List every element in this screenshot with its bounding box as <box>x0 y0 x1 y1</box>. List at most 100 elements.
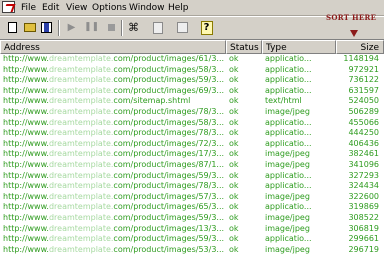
copy-icon[interactable] <box>150 20 165 35</box>
address-path: com/product/images/57/3... <box>113 191 225 201</box>
pause-icon[interactable]: ❚❚ <box>84 20 99 35</box>
row-type: image/jpeg <box>265 191 310 201</box>
row-status: ok <box>229 75 239 85</box>
address-host: dreamtemplate. <box>48 138 114 148</box>
row-status: ok <box>229 170 239 180</box>
menu-edit[interactable]: Edit <box>42 2 59 14</box>
address-prefix: http://www. <box>3 170 49 180</box>
save-disk-icon[interactable] <box>39 20 54 35</box>
list-row[interactable]: http://www.dreamtemplate.com/product/ima… <box>0 234 384 245</box>
list-row[interactable]: http://www.dreamtemplate.com/product/ima… <box>0 118 384 129</box>
address-path: com/product/images/87/1... <box>113 159 225 169</box>
row-address: http://www.dreamtemplate.com/product/ima… <box>3 202 225 213</box>
app-icon[interactable] <box>2 1 15 13</box>
list-row[interactable]: http://www.dreamtemplate.com/product/ima… <box>0 160 384 171</box>
list-row[interactable]: http://www.dreamtemplate.com/product/ima… <box>0 171 384 182</box>
address-host: dreamtemplate. <box>48 223 114 233</box>
column-header-status[interactable]: Status <box>226 40 262 54</box>
row-type: image/jpeg <box>265 106 310 116</box>
address-path: com/product/images/58/3... <box>113 64 225 74</box>
address-path: com/product/images/59/3... <box>113 212 225 222</box>
row-status: ok <box>229 117 239 127</box>
row-address: http://www.dreamtemplate.com/product/ima… <box>3 128 225 139</box>
sort-arrow-icon <box>350 30 358 37</box>
list-row[interactable]: http://www.dreamtemplate.com/product/ima… <box>0 139 384 150</box>
list-row[interactable]: http://www.dreamtemplate.com/product/ima… <box>0 86 384 97</box>
new-document-icon[interactable] <box>5 20 20 35</box>
address-prefix: http://www. <box>3 191 49 201</box>
row-type: applicatio... <box>265 117 312 127</box>
address-prefix: http://www. <box>3 138 49 148</box>
list-row[interactable]: http://www.dreamtemplate.com/sitemap.sht… <box>0 96 384 107</box>
row-status: ok <box>229 54 239 63</box>
column-header-type[interactable]: Type <box>262 40 336 54</box>
file-list: http://www.dreamtemplate.com/product/ima… <box>0 54 384 264</box>
column-header-size[interactable]: Size <box>336 40 384 54</box>
list-row[interactable]: http://www.dreamtemplate.com/product/ima… <box>0 149 384 160</box>
row-type: applicatio... <box>265 234 312 244</box>
row-address: http://www.dreamtemplate.com/product/ima… <box>3 54 225 65</box>
row-size: 324434 <box>348 181 379 191</box>
address-prefix: http://www. <box>3 202 49 212</box>
address-host: dreamtemplate. <box>48 128 114 138</box>
address-path: com/product/images/69/3... <box>113 85 225 95</box>
properties-icon[interactable] <box>175 20 190 35</box>
list-row[interactable]: http://www.dreamtemplate.com/product/ima… <box>0 224 384 235</box>
play-icon[interactable]: ▶ <box>64 20 79 35</box>
open-folder-icon[interactable] <box>22 20 37 35</box>
row-address: http://www.dreamtemplate.com/product/ima… <box>3 107 225 118</box>
row-type: image/jpeg <box>265 244 310 254</box>
row-status: ok <box>229 64 239 74</box>
sort-here-annotation: SORT HERE <box>326 13 377 22</box>
row-size: 382461 <box>348 149 379 159</box>
menu-options[interactable]: Options <box>92 2 127 14</box>
menu-help[interactable]: Help <box>168 2 189 14</box>
address-host: dreamtemplate. <box>48 181 114 191</box>
row-status: ok <box>229 191 239 201</box>
row-status: ok <box>229 85 239 95</box>
list-row[interactable]: http://www.dreamtemplate.com/product/ima… <box>0 54 384 65</box>
menu-window[interactable]: Window <box>129 2 165 14</box>
list-row[interactable]: http://www.dreamtemplate.com/product/ima… <box>0 192 384 203</box>
address-host: dreamtemplate. <box>48 170 114 180</box>
row-size: 296719 <box>348 244 379 254</box>
row-address: http://www.dreamtemplate.com/product/ima… <box>3 213 225 224</box>
row-status: ok <box>229 244 239 254</box>
row-size: 406436 <box>348 138 379 148</box>
list-row[interactable]: http://www.dreamtemplate.com/product/ima… <box>0 107 384 118</box>
address-path: com/product/images/59/3... <box>113 170 225 180</box>
list-row[interactable]: http://www.dreamtemplate.com/product/ima… <box>0 65 384 76</box>
list-row[interactable]: http://www.dreamtemplate.com/product/ima… <box>0 75 384 86</box>
column-header-address[interactable]: Address <box>0 40 226 54</box>
find-binoculars-icon[interactable]: ⌘ <box>126 20 141 35</box>
address-host: dreamtemplate. <box>48 212 114 222</box>
row-address: http://www.dreamtemplate.com/product/ima… <box>3 149 225 160</box>
stop-icon[interactable] <box>104 20 119 35</box>
row-status: ok <box>229 181 239 191</box>
address-prefix: http://www. <box>3 85 49 95</box>
list-row[interactable]: http://www.dreamtemplate.com/product/ima… <box>0 202 384 213</box>
menu-file[interactable]: File <box>21 2 36 14</box>
row-size: 322600 <box>348 191 379 201</box>
row-type: applicatio... <box>265 181 312 191</box>
row-type: applicatio... <box>265 54 312 63</box>
address-prefix: http://www. <box>3 149 49 159</box>
list-row[interactable]: http://www.dreamtemplate.com/product/ima… <box>0 181 384 192</box>
row-size: 1148194 <box>343 54 379 63</box>
address-prefix: http://www. <box>3 159 49 169</box>
list-row[interactable]: http://www.dreamtemplate.com/product/ima… <box>0 245 384 256</box>
list-row[interactable]: http://www.dreamtemplate.com/product/ima… <box>0 213 384 224</box>
address-prefix: http://www. <box>3 181 49 191</box>
row-status: ok <box>229 159 239 169</box>
list-row[interactable]: http://www.dreamtemplate.com/product/ima… <box>0 128 384 139</box>
menu-view[interactable]: View <box>66 2 87 14</box>
row-type: applicatio... <box>265 128 312 138</box>
row-address: http://www.dreamtemplate.com/product/ima… <box>3 65 225 76</box>
help-glyph: ? <box>200 20 213 35</box>
row-size: 736122 <box>348 75 379 85</box>
address-prefix: http://www. <box>3 106 49 116</box>
address-path: com/sitemap.shtml <box>113 96 191 106</box>
help-icon[interactable]: ? <box>199 20 214 35</box>
row-size: 444250 <box>348 128 379 138</box>
address-host: dreamtemplate. <box>48 191 114 201</box>
